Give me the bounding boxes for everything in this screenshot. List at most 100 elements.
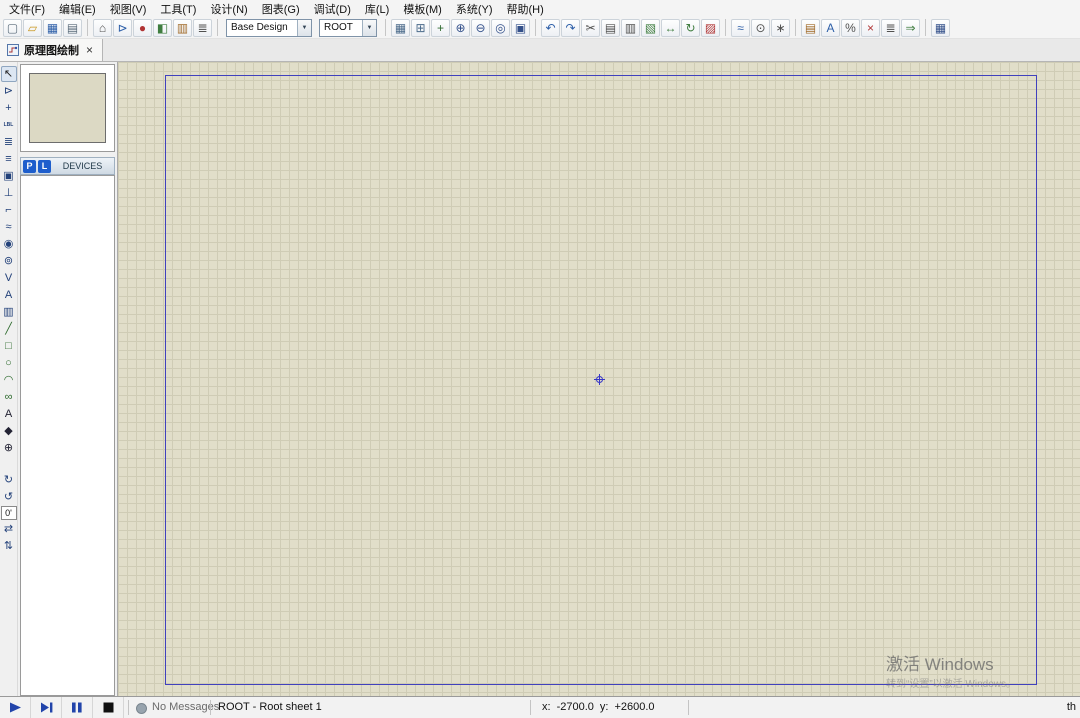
- virtual-instruments-mode-button[interactable]: ▥: [1, 304, 17, 320]
- menu-system[interactable]: 系统(Y): [449, 0, 500, 18]
- property-editor-button[interactable]: %: [841, 18, 860, 37]
- symbol-mode-button[interactable]: ◆: [1, 423, 17, 439]
- box-mode-button[interactable]: □: [1, 338, 17, 354]
- design-variant-dropdown[interactable]: Base Design ▼: [226, 18, 312, 37]
- zoom-in-button[interactable]: ⊕: [451, 18, 470, 37]
- menu-tools[interactable]: 工具(T): [153, 0, 203, 18]
- design-explorer-list-button[interactable]: ▤: [801, 18, 820, 37]
- buses-mode-button[interactable]: ≡: [1, 151, 17, 167]
- rotate-clockwise-button[interactable]: ↻: [1, 472, 17, 488]
- menu-design[interactable]: 设计(N): [203, 0, 254, 18]
- pick-device-button[interactable]: P: [23, 159, 36, 173]
- current-probe-mode-button[interactable]: A: [1, 287, 17, 303]
- block-rotate-button[interactable]: ↻: [681, 18, 700, 37]
- text-script-mode-button[interactable]: ≣: [1, 134, 17, 150]
- statusbar-separator: [530, 700, 531, 715]
- zoom-area-button[interactable]: ▣: [511, 18, 530, 37]
- circle-mode-button[interactable]: ○: [1, 355, 17, 371]
- source-code-button[interactable]: ≣: [193, 18, 212, 37]
- y-mirror-button[interactable]: ⇅: [1, 538, 17, 554]
- home-page-button[interactable]: ⌂: [93, 18, 112, 37]
- 3d-visualizer-button[interactable]: ◧: [153, 18, 172, 37]
- line-mode-button[interactable]: ╱: [1, 321, 17, 337]
- menu-graph[interactable]: 图表(G): [255, 0, 307, 18]
- stop-button[interactable]: [93, 697, 124, 718]
- open-project-button[interactable]: ▱: [23, 18, 42, 37]
- sheet-dropdown[interactable]: ROOT ▼: [319, 18, 377, 37]
- bill-of-materials-button[interactable]: ≣: [881, 18, 900, 37]
- component-mode-button[interactable]: ⊳: [1, 83, 17, 99]
- chevron-down-icon: ▼: [297, 19, 311, 36]
- paste-button[interactable]: ▥: [621, 18, 640, 37]
- marker-mode-button[interactable]: ⊕: [1, 440, 17, 456]
- pcb-layout-button[interactable]: ●: [133, 18, 152, 37]
- path-mode-button[interactable]: ∞: [1, 389, 17, 405]
- voltage-probe-mode-button[interactable]: V: [1, 270, 17, 286]
- source-code-icon: ≣: [197, 20, 208, 35]
- menu-library[interactable]: 库(L): [358, 0, 396, 18]
- zoom-all-button[interactable]: ◎: [491, 18, 510, 37]
- find-and-edit-button[interactable]: A: [821, 18, 840, 37]
- menu-debug[interactable]: 调试(D): [307, 0, 358, 18]
- rotation-angle-display[interactable]: 0': [0, 506, 17, 520]
- selection-mode-button[interactable]: ↖: [0, 66, 17, 82]
- schematic-canvas[interactable]: 激活 Windows 转到“设置”以激活 Windows。: [118, 62, 1080, 696]
- origin-marker: [594, 374, 605, 385]
- electrical-rule-check-button[interactable]: ×: [861, 18, 880, 37]
- property-assignment-button[interactable]: ∗: [771, 18, 790, 37]
- wire-label-mode-button[interactable]: LBL: [1, 117, 17, 133]
- menu-template[interactable]: 模板(M): [396, 0, 449, 18]
- block-copy-button[interactable]: ▧: [641, 18, 660, 37]
- save-project-button[interactable]: ▦: [43, 18, 62, 37]
- design-explorer-button[interactable]: ▥: [173, 18, 192, 37]
- x-mirror-button[interactable]: ⇄: [1, 521, 17, 537]
- block-delete-button[interactable]: ▨: [701, 18, 720, 37]
- netlist-to-ares-button[interactable]: ⇒: [901, 18, 920, 37]
- rotate-anticlockwise-icon: ↺: [3, 490, 14, 503]
- menu-edit[interactable]: 编辑(E): [52, 0, 103, 18]
- wire-autorouter-button[interactable]: ≈: [731, 18, 750, 37]
- graph-mode-button[interactable]: ≈: [1, 219, 17, 235]
- device-pins-mode-button[interactable]: ⌐: [1, 202, 17, 218]
- schematic-capture-button[interactable]: ⊳: [113, 18, 132, 37]
- text-script-mode-icon: ≣: [3, 135, 14, 148]
- false-origin-button[interactable]: ⊞: [411, 18, 430, 37]
- subcircuit-mode-button[interactable]: ▣: [1, 168, 17, 184]
- menu-help[interactable]: 帮助(H): [500, 0, 551, 18]
- rotate-anticlockwise-button[interactable]: ↺: [1, 489, 17, 505]
- copy-button[interactable]: ▤: [601, 18, 620, 37]
- arc-mode-button[interactable]: ◠: [1, 372, 17, 388]
- statusbar-separator: [688, 700, 689, 715]
- redo-button[interactable]: ↷: [561, 18, 580, 37]
- toggle-grid-button[interactable]: ▦: [391, 18, 410, 37]
- design-explorer-icon: ▥: [176, 20, 189, 35]
- new-project-button[interactable]: ▢: [3, 18, 22, 37]
- overview-window[interactable]: [20, 64, 115, 152]
- netlist-to-ares-icon: ⇒: [905, 20, 916, 35]
- tab-schematic-capture[interactable]: 原理图绘制 ×: [0, 39, 104, 61]
- pause-button[interactable]: [62, 697, 93, 718]
- bill-of-materials-icon: ≣: [885, 20, 896, 35]
- cut-button[interactable]: ✂: [581, 18, 600, 37]
- terminals-mode-button[interactable]: ⊥: [1, 185, 17, 201]
- play-button[interactable]: [0, 697, 31, 718]
- tape-recorder-mode-button[interactable]: ◉: [1, 236, 17, 252]
- search-tag-button[interactable]: ⊙: [751, 18, 770, 37]
- simulation-log-button[interactable]: ▦: [931, 18, 950, 37]
- overview-sheet-preview: [29, 73, 106, 143]
- step-button[interactable]: [31, 697, 62, 718]
- junction-dot-mode-button[interactable]: +: [1, 100, 17, 116]
- menu-file[interactable]: 文件(F): [2, 0, 52, 18]
- text-mode-button[interactable]: A: [1, 406, 17, 422]
- generator-mode-button[interactable]: ⊚: [1, 253, 17, 269]
- library-manager-button[interactable]: L: [38, 159, 51, 173]
- center-at-cursor-button[interactable]: +: [431, 18, 450, 37]
- import-section-button[interactable]: ▤: [63, 18, 82, 37]
- menu-view[interactable]: 视图(V): [103, 0, 154, 18]
- block-copy-icon: ▧: [644, 20, 657, 35]
- block-move-button[interactable]: ↔: [661, 18, 680, 37]
- undo-button[interactable]: ↶: [541, 18, 560, 37]
- zoom-out-button[interactable]: ⊖: [471, 18, 490, 37]
- devices-list[interactable]: [20, 175, 115, 696]
- tab-close-icon[interactable]: ×: [84, 43, 95, 57]
